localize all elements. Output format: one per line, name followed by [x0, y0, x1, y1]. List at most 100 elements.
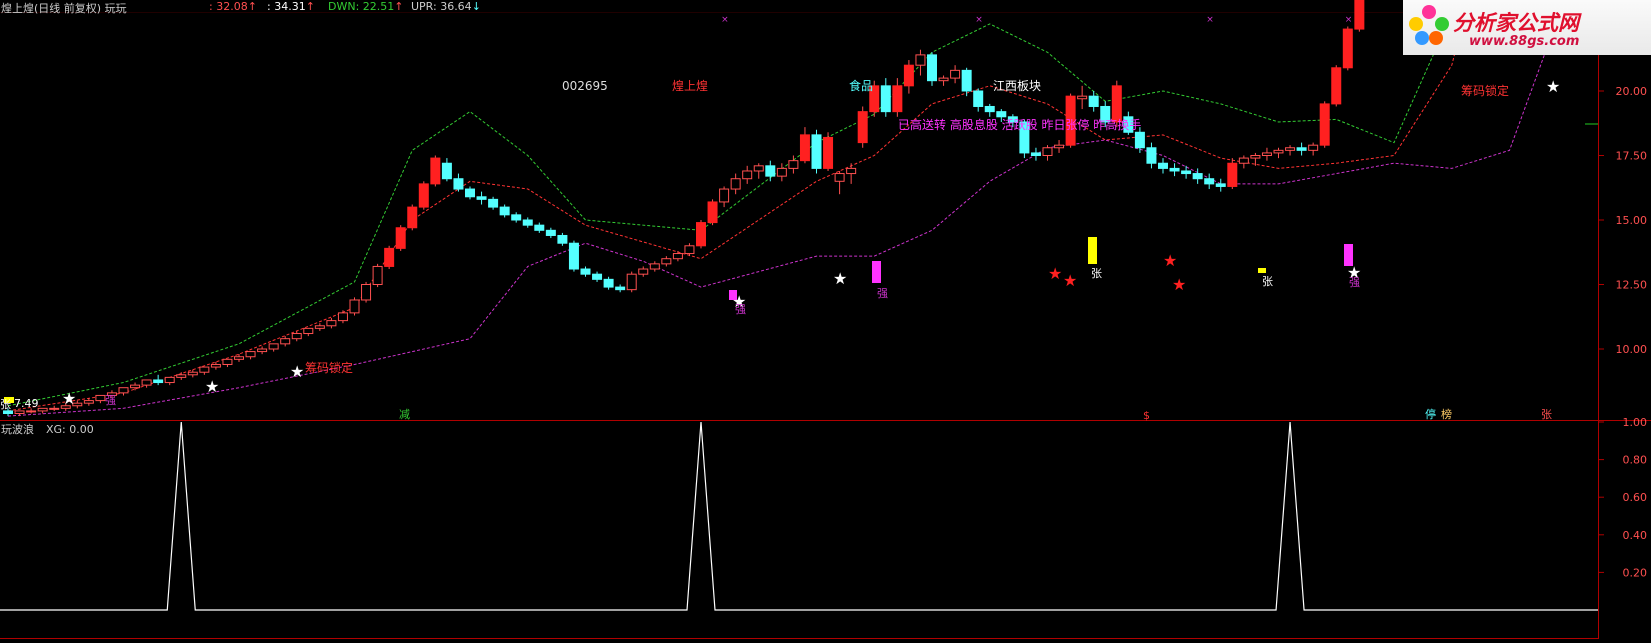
candle-up	[1331, 67, 1342, 105]
candle-up	[118, 387, 129, 394]
candle-down	[1158, 162, 1168, 169]
candle-down	[765, 165, 776, 177]
candle-up	[742, 170, 753, 180]
candle-up	[753, 165, 764, 172]
y-tick-label: 1.00	[1623, 416, 1648, 429]
candle-up	[337, 312, 348, 322]
candle-up	[1285, 147, 1296, 151]
candle-down	[580, 268, 591, 275]
qiang-label: 强	[1349, 276, 1360, 289]
candle-up	[268, 343, 279, 350]
zhang-label: 张	[1541, 408, 1552, 421]
candle-up	[361, 284, 372, 301]
magenta-bar	[1344, 244, 1353, 266]
candle-up	[372, 265, 383, 286]
candle-down	[927, 54, 937, 82]
candle-up	[407, 206, 418, 229]
yellow-bar	[1088, 237, 1097, 264]
candle-down	[511, 214, 522, 221]
value1: : 32.08↑	[209, 0, 257, 13]
candle-down	[996, 111, 1007, 118]
watermark-url: www.88gs.com	[1469, 34, 1580, 49]
candle-up	[49, 407, 60, 410]
x-mark-icon: ×	[1206, 15, 1214, 25]
value1-number: 32.08	[216, 0, 248, 13]
flower-icon	[1409, 5, 1449, 49]
candle-up	[649, 263, 660, 270]
x-mark-icon: ×	[721, 15, 729, 25]
candle-down	[880, 85, 891, 113]
moving-average-lines	[7, 0, 1557, 417]
s-label: $	[1143, 409, 1150, 422]
y-tick-label: 17.50	[1616, 150, 1648, 163]
candle-up	[291, 333, 302, 340]
candle-up	[14, 410, 25, 415]
candle-up	[1308, 144, 1319, 151]
kline-chart[interactable]: 10.0012.5015.0017.5020.0022.5025.0027.50…	[0, 0, 1651, 639]
candle-down	[1169, 167, 1180, 172]
stock-industry: 食品	[849, 78, 873, 93]
candle-down	[1215, 183, 1226, 187]
candle-down	[973, 90, 984, 107]
watermark-text: 分析家公式网	[1453, 11, 1579, 35]
dwn-value: DWN: 22.51↑	[328, 0, 404, 13]
candle-up	[210, 363, 221, 368]
y-tick-label: 0.40	[1623, 529, 1648, 542]
value2-number: 34.31	[274, 0, 306, 13]
candle-down	[534, 224, 545, 231]
candle-down	[557, 234, 568, 244]
chart-header: 煌上煌(日线 前复权) 玩玩 : 32.08↑ : 34.31↑ DWN: 22…	[1, 0, 481, 15]
qiang-label: 强	[877, 287, 888, 300]
chouma-label: 筹码锁定	[305, 360, 353, 375]
candle-up	[684, 245, 695, 255]
qiang-label: 强	[105, 394, 116, 407]
candle-down	[811, 134, 822, 169]
stock-code: 002695	[562, 79, 608, 93]
yellow-bar	[1258, 268, 1266, 273]
candle-down	[1134, 131, 1145, 149]
candle-up	[823, 136, 834, 169]
candle-up	[303, 327, 314, 335]
chart-title: 煌上煌(日线 前复权) 玩玩	[1, 2, 127, 15]
candle-up	[234, 356, 244, 360]
y-tick-label: 20.00	[1616, 85, 1648, 98]
ma-line	[7, 0, 1456, 407]
red-star-icon: ★	[1048, 264, 1062, 283]
candlesticks	[3, 0, 1365, 417]
wave-line	[0, 421, 1598, 611]
stock-region: 江西板块	[993, 79, 1041, 93]
magenta-bar	[872, 261, 881, 283]
wave-indicator	[0, 421, 1598, 611]
white-star-icon: ★	[205, 377, 219, 396]
y-tick-label: 10.00	[1616, 343, 1648, 356]
candle-up	[222, 358, 233, 365]
candle-down	[153, 379, 164, 384]
candle-up	[164, 376, 175, 384]
candle-up	[395, 227, 406, 249]
candle-up	[349, 299, 360, 314]
candle-up	[418, 183, 429, 208]
candle-up	[141, 379, 152, 386]
candle-up	[834, 173, 845, 182]
lower-panel-title: 玩波浪	[1, 422, 34, 436]
candle-down	[615, 286, 626, 291]
watermark-logo: 分析家公式网 www.88gs.com	[1403, 0, 1651, 55]
zhang-label: 张	[0, 398, 11, 411]
candle-up	[719, 188, 730, 203]
candle-down	[592, 273, 603, 280]
candle-up	[846, 167, 857, 175]
candle-down	[1146, 147, 1157, 164]
candle-down	[488, 198, 499, 208]
candle-down	[1204, 178, 1215, 185]
ma-line	[7, 0, 1469, 412]
candle-up	[915, 54, 926, 66]
qiang-label: 强	[735, 303, 746, 316]
chart-canvas[interactable]: 10.0012.5015.0017.5020.0022.5025.0027.50…	[0, 0, 1651, 639]
up-arrow-icon: ↑	[394, 0, 404, 13]
candle-up	[95, 394, 106, 402]
zhang-label: 张	[1262, 275, 1273, 288]
y-tick-label: 0.20	[1623, 566, 1648, 579]
y-tick-label: 15.00	[1616, 214, 1648, 227]
candle-down	[1181, 170, 1192, 175]
white-star-icon: ★	[290, 362, 304, 381]
